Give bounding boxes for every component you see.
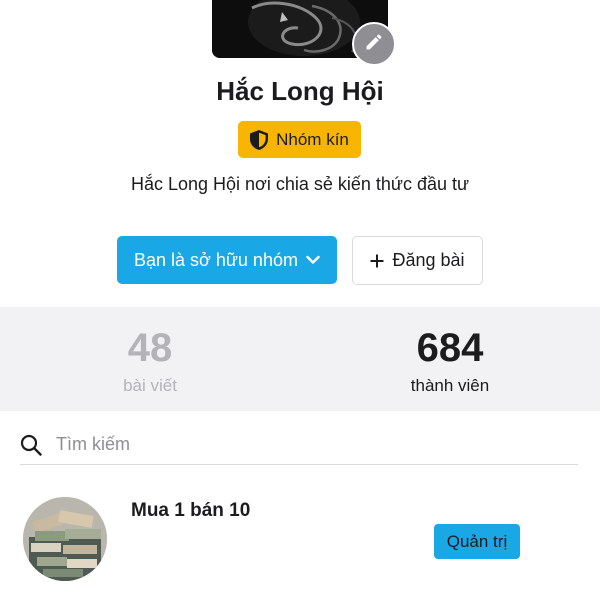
- create-post-label: Đăng bài: [392, 250, 465, 270]
- search-icon: [20, 434, 42, 456]
- group-description: Hắc Long Hội nơi chia sẻ kiến thức đầu t…: [130, 174, 470, 194]
- avatar[interactable]: [23, 497, 107, 581]
- group-stats: 48 bài viết 684 thành viên: [0, 307, 600, 411]
- edit-cover-button[interactable]: [352, 22, 396, 66]
- shield-icon: [250, 129, 269, 150]
- posts-count: 48: [127, 326, 173, 370]
- pencil-icon: [364, 32, 384, 57]
- search-input[interactable]: [56, 434, 536, 455]
- members-label: thành viên: [410, 376, 490, 395]
- plus-icon: [370, 254, 384, 268]
- posts-label: bài viết: [123, 376, 177, 395]
- members-count: 684: [416, 326, 484, 370]
- member-name[interactable]: Mua 1 bán 10: [131, 500, 250, 522]
- admin-role-badge: Quản trị: [434, 524, 520, 559]
- posts-stat[interactable]: 48 bài viết: [50, 307, 250, 396]
- privacy-label: Nhóm kín: [276, 129, 349, 149]
- member-search: [20, 425, 578, 465]
- owner-role-dropdown-button[interactable]: Bạn là sở hữu nhóm: [117, 236, 337, 284]
- create-post-button[interactable]: Đăng bài: [352, 236, 483, 285]
- members-stat[interactable]: 684 thành viên: [350, 307, 550, 396]
- chevron-down-icon: [306, 255, 320, 265]
- group-name: Hắc Long Hội: [216, 76, 384, 106]
- privacy-badge: Nhóm kín: [238, 121, 361, 158]
- owner-role-label: Bạn là sở hữu nhóm: [134, 249, 298, 270]
